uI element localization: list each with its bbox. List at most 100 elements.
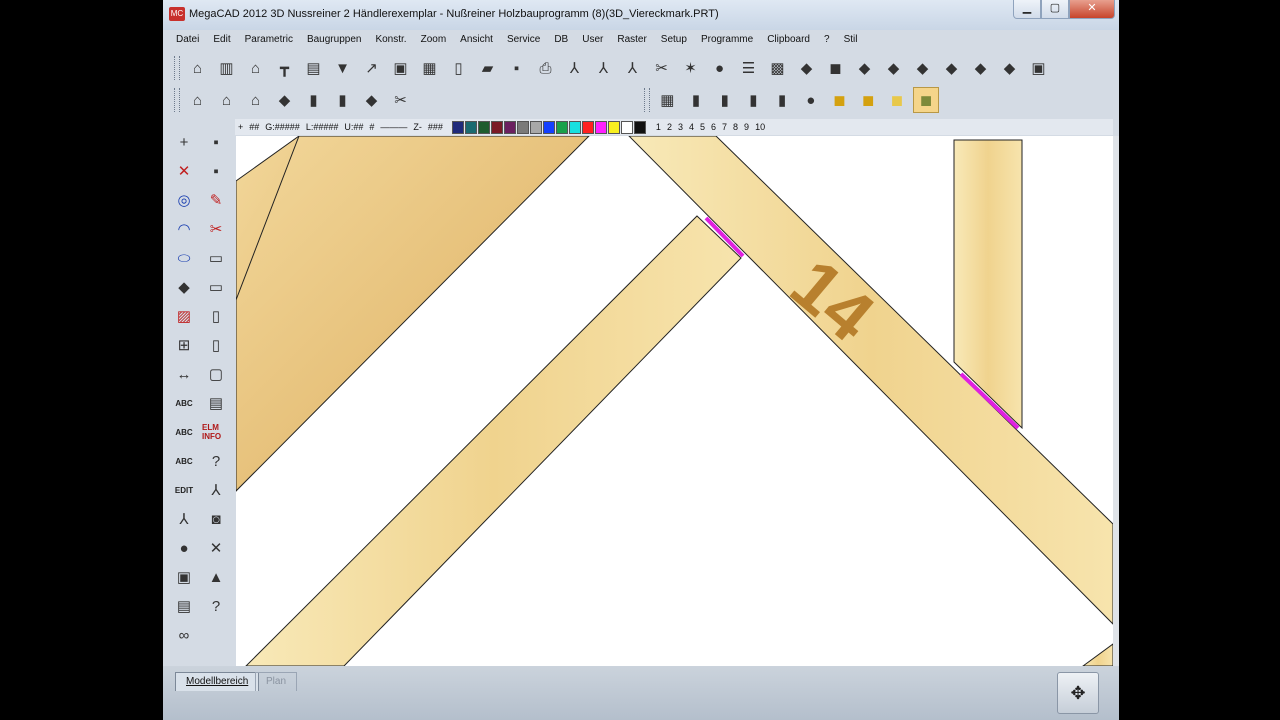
box6-icon[interactable]: ◆ xyxy=(968,56,993,81)
status-grid[interactable]: ## xyxy=(246,122,262,132)
scissors-red-icon[interactable]: ✂ xyxy=(202,215,230,243)
print-icon[interactable]: ⎙ xyxy=(533,56,558,81)
monitor2-icon[interactable]: ▭ xyxy=(202,273,230,301)
vertical-scrollbar[interactable] xyxy=(1113,136,1119,666)
rafter-right[interactable] xyxy=(628,136,1113,625)
ellipse-icon[interactable]: ⬭ xyxy=(170,244,198,272)
yellow-cube-light-icon[interactable]: ◼ xyxy=(885,88,910,113)
axes-color-icon[interactable]: ⅄ xyxy=(591,56,616,81)
menu-stil[interactable]: Stil xyxy=(837,32,865,48)
scissors-icon[interactable]: ✂ xyxy=(649,56,674,81)
distance-icon[interactable]: ? xyxy=(202,592,230,620)
cylinder-red-icon[interactable]: ▮ xyxy=(712,88,737,113)
save-prt-icon[interactable]: ▪ xyxy=(504,56,529,81)
color-swatch-9[interactable] xyxy=(555,120,568,134)
menu-clipboard[interactable]: Clipboard xyxy=(760,32,817,48)
menu-db[interactable]: DB xyxy=(547,32,575,48)
tab-plan[interactable]: Plan xyxy=(255,672,298,691)
circle-icon[interactable]: ◎ xyxy=(170,186,198,214)
color-swatch-14[interactable] xyxy=(620,120,633,134)
cut-icon[interactable]: ✂ xyxy=(388,88,413,113)
doc-icon[interactable]: ▤ xyxy=(170,592,198,620)
mesh-icon[interactable]: ▦ xyxy=(655,88,680,113)
cross-lines-icon[interactable]: ✕ xyxy=(170,157,198,185)
eraser-icon[interactable]: ✎ xyxy=(202,186,230,214)
pan-navigator-icon[interactable]: ✥ xyxy=(1057,672,1099,714)
menu-user[interactable]: User xyxy=(575,32,610,48)
box5-icon[interactable]: ◆ xyxy=(939,56,964,81)
tab-modellbereich[interactable]: Modellbereich xyxy=(175,672,260,691)
color-swatch-4[interactable] xyxy=(490,120,503,134)
beam-icon[interactable]: ┳ xyxy=(272,56,297,81)
yellow-cube-selected-icon[interactable]: ◼ xyxy=(913,87,939,113)
axes-3d-icon[interactable]: ⅄ xyxy=(170,505,198,533)
toolbar-grip[interactable] xyxy=(644,88,650,112)
status-u[interactable]: U:## xyxy=(341,122,366,132)
arrow-down-icon[interactable]: ▼ xyxy=(330,56,355,81)
roof-icon[interactable]: ⌂ xyxy=(243,56,268,81)
color-swatch-15[interactable] xyxy=(633,120,646,134)
grid-icon[interactable]: ▥ xyxy=(214,56,239,81)
new-file-icon[interactable]: ▯ xyxy=(446,56,471,81)
menu-ansicht[interactable]: Ansicht xyxy=(453,32,500,48)
color-swatch-8[interactable] xyxy=(542,120,555,134)
color-swatch-5[interactable] xyxy=(503,120,516,134)
layer-7[interactable]: 7 xyxy=(719,122,730,132)
menu-baugruppen[interactable]: Baugruppen xyxy=(300,32,369,48)
triangle-icon[interactable]: ▲ xyxy=(202,563,230,591)
camera-icon[interactable]: ◙ xyxy=(202,505,230,533)
dim-icon[interactable]: ⊞ xyxy=(170,331,198,359)
lg-icon[interactable]: ▩ xyxy=(765,56,790,81)
image-icon[interactable]: ▣ xyxy=(170,563,198,591)
chain-icon[interactable]: ∞ xyxy=(170,621,198,649)
solid-cube-icon[interactable]: ◆ xyxy=(170,273,198,301)
box7-icon[interactable]: ◆ xyxy=(997,56,1022,81)
curve-icon[interactable]: ↗ xyxy=(359,56,384,81)
text-edit-icon[interactable]: ABC xyxy=(170,447,198,475)
save-disk-icon[interactable]: ▪ xyxy=(202,128,230,156)
layer-9[interactable]: 9 xyxy=(741,122,752,132)
roof-red-icon[interactable]: ⌂ xyxy=(185,88,210,113)
box-icon[interactable]: ◼ xyxy=(823,56,848,81)
sphere-icon[interactable]: ● xyxy=(707,56,732,81)
cylinder-dark-icon[interactable]: ▮ xyxy=(770,88,795,113)
layer-10[interactable]: 10 xyxy=(752,122,768,132)
arc-icon[interactable]: ◠ xyxy=(170,215,198,243)
menu-programme[interactable]: Programme xyxy=(694,32,760,48)
menu-zoom[interactable]: Zoom xyxy=(414,32,454,48)
origin-icon[interactable]: ✶ xyxy=(678,56,703,81)
color-swatch-1[interactable] xyxy=(451,120,464,134)
menu-raster[interactable]: Raster xyxy=(610,32,653,48)
disk-multi-icon[interactable]: ▪ xyxy=(202,157,230,185)
stack-icon[interactable]: ☰ xyxy=(736,56,761,81)
menu-konstr[interactable]: Konstr. xyxy=(368,32,413,48)
status-z[interactable]: Z- xyxy=(410,122,425,132)
extrude-icon[interactable]: ◆ xyxy=(359,88,384,113)
color-swatch-13[interactable] xyxy=(607,120,620,134)
roof-edit-icon[interactable]: ⌂ xyxy=(214,88,239,113)
database-icon[interactable]: ▤ xyxy=(202,389,230,417)
menu-parametric[interactable]: Parametric xyxy=(238,32,300,48)
cube-icon[interactable]: ◆ xyxy=(272,88,297,113)
toolbar-grip[interactable] xyxy=(174,88,180,112)
layer-6[interactable]: 6 xyxy=(708,122,719,132)
hatch-icon[interactable]: ▨ xyxy=(170,302,198,330)
status-layer[interactable]: ### xyxy=(425,122,446,132)
menu-datei[interactable]: Datei xyxy=(169,32,206,48)
plus-icon[interactable]: + xyxy=(170,128,198,156)
query-icon[interactable]: ? xyxy=(202,447,230,475)
cylinder-gray-icon[interactable]: ▮ xyxy=(684,88,709,113)
open-folder-icon[interactable]: ▰ xyxy=(475,56,500,81)
cylinder-lines-icon[interactable]: ▮ xyxy=(741,88,766,113)
status-g[interactable]: G:##### xyxy=(262,122,303,132)
box8-icon[interactable]: ▣ xyxy=(1026,56,1051,81)
monitor-icon[interactable]: ▭ xyxy=(202,244,230,272)
cylinder-icon[interactable]: ▮ xyxy=(301,88,326,113)
house-icon[interactable]: ⌂ xyxy=(185,56,210,81)
close-button[interactable]: ✕ xyxy=(1069,0,1115,19)
page-l-icon[interactable]: ▯ xyxy=(202,302,230,330)
axes-icon[interactable]: ⅄ xyxy=(562,56,587,81)
status-l[interactable]: L:##### xyxy=(303,122,342,132)
minimize-button[interactable]: ▁ xyxy=(1013,0,1041,19)
menu-service[interactable]: Service xyxy=(500,32,547,48)
